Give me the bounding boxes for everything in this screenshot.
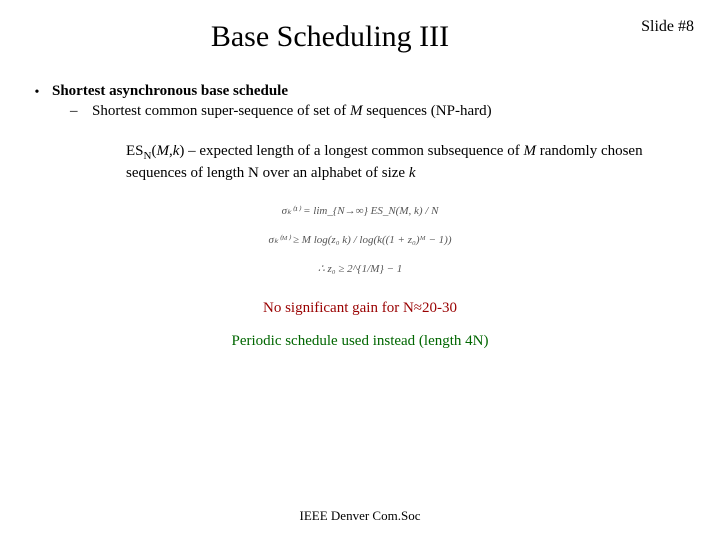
periodic-text: Periodic schedule used instead (length 4… [22, 332, 698, 351]
slide-number: Slide #8 [641, 18, 694, 36]
bullet-level-1: • Shortest asynchronous base schedule [22, 82, 698, 102]
bullet-level-2: – Shortest common super-sequence of set … [22, 102, 698, 121]
bullet-marker: • [22, 82, 52, 102]
gain-text: No significant gain for N≈20-30 [22, 299, 698, 318]
esn-randM: M [523, 143, 536, 159]
esn-prefix: ES [126, 143, 144, 159]
formula-block: σₖ⁽¹⁾ = lim_{N→∞} ES_N(M, k) / N σₖ⁽ᴹ⁾ ≥… [22, 183, 698, 280]
sub-suffix: sequences (NP-hard) [362, 103, 491, 119]
var-M: M [350, 103, 363, 119]
formula-line-3: ∴ z₀ ≥ 2^{1/M} − 1 [62, 259, 658, 280]
page-title: Base Scheduling III [40, 0, 620, 54]
sub-prefix: Shortest common super-sequence of set of [92, 103, 350, 119]
bullet-heading: Shortest asynchronous base schedule [52, 82, 698, 101]
footer: IEEE Denver Com.Soc [0, 508, 720, 524]
esn-definition: ESN(M,k) – expected length of a longest … [22, 120, 698, 183]
formula-line-1: σₖ⁽¹⁾ = lim_{N→∞} ES_N(M, k) / N [62, 201, 658, 222]
sub-text: Shortest common super-sequence of set of… [92, 102, 698, 121]
esn-close: ) – expected length of a longest common … [179, 143, 523, 159]
esn-arg1: M [156, 143, 169, 159]
content-area: • Shortest asynchronous base schedule – … [0, 54, 720, 351]
dash-marker: – [70, 102, 92, 121]
esn-k: k [409, 165, 416, 181]
formula-line-2: σₖ⁽ᴹ⁾ ≥ M log(z₀ k) / log(k((1 + z₀)ᴹ − … [62, 230, 658, 251]
